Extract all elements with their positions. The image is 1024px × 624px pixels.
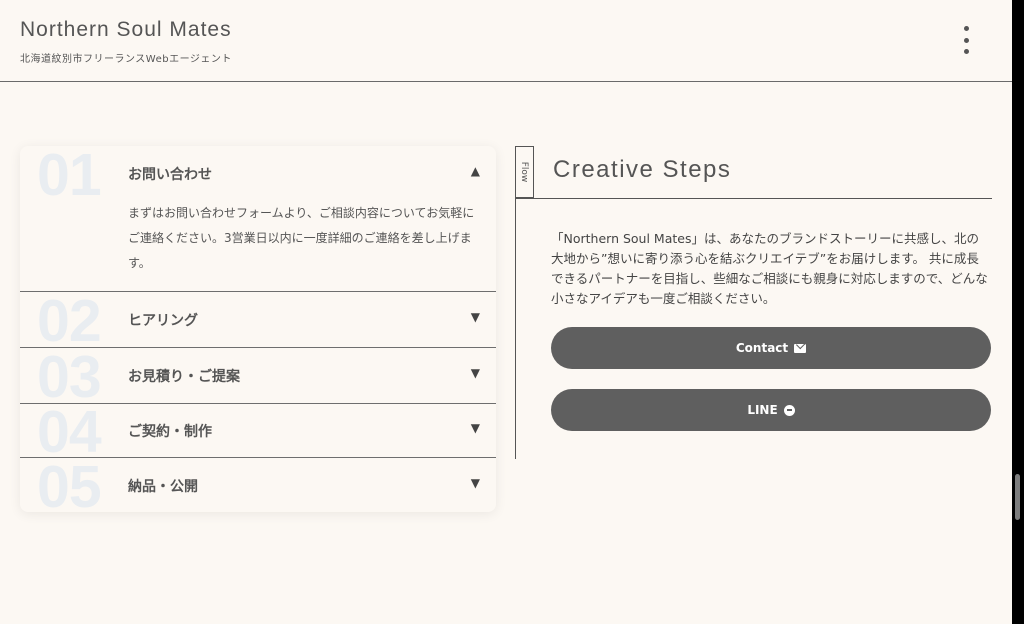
line-button[interactable]: LINE bbox=[551, 389, 991, 431]
chevron-down-icon[interactable]: ▼ bbox=[471, 421, 480, 435]
line-button-label: LINE bbox=[747, 403, 778, 417]
accordion-title[interactable]: お問い合わせ bbox=[128, 164, 212, 184]
site-title[interactable]: Northern Soul Mates bbox=[20, 18, 232, 42]
accordion-title[interactable]: お見積り・ご提案 bbox=[128, 366, 240, 386]
accordion-body: まずはお問い合わせフォームより、ご相談内容についてお気軽にご連絡ください。3営業… bbox=[128, 206, 475, 270]
step-number: 02 bbox=[37, 288, 102, 354]
section-description: 「Northern Soul Mates」は、あなたのブランドストーリーに共感し… bbox=[551, 231, 988, 306]
creative-steps-section: Flow Creative Steps 「Northern Soul Mates… bbox=[515, 146, 992, 459]
step-number: 05 bbox=[37, 454, 102, 513]
accordion-item-4[interactable]: 04 ご契約・制作 ▼ bbox=[20, 403, 496, 462]
accordion-item-2[interactable]: 02 ヒアリング ▼ bbox=[20, 288, 496, 354]
line-chat-icon bbox=[783, 404, 795, 416]
accordion-item-3[interactable]: 03 お見積り・ご提案 ▼ bbox=[20, 348, 496, 407]
contact-button-label: Contact bbox=[735, 341, 789, 355]
title-divider bbox=[515, 198, 992, 199]
chevron-up-icon[interactable]: ▲ bbox=[471, 164, 480, 178]
scrollbar-thumb[interactable] bbox=[1015, 474, 1020, 520]
accordion-title[interactable]: ヒアリング bbox=[128, 310, 198, 330]
flow-tab-label: Flow bbox=[519, 161, 529, 183]
chevron-down-icon[interactable]: ▼ bbox=[471, 310, 480, 324]
scrollbar[interactable] bbox=[1012, 0, 1024, 624]
accordion-title[interactable]: 納品・公開 bbox=[128, 476, 198, 496]
chevron-down-icon[interactable]: ▼ bbox=[471, 476, 480, 490]
more-vert-icon[interactable] bbox=[956, 26, 976, 54]
step-number: 01 bbox=[37, 146, 102, 208]
contact-button[interactable]: Contact bbox=[551, 327, 991, 369]
envelope-icon bbox=[794, 343, 807, 353]
accordion-item-1[interactable]: 01 お問い合わせ ▲ まずはお問い合わせフォームより、ご相談内容についてお気軽… bbox=[20, 146, 496, 292]
chevron-down-icon[interactable]: ▼ bbox=[471, 366, 480, 380]
site-subtitle: 北海道紋別市フリーランスWebエージェント bbox=[20, 54, 232, 65]
site-header: Northern Soul Mates 北海道紋別市フリーランスWebエージェン… bbox=[0, 0, 1012, 82]
flow-tab: Flow bbox=[515, 146, 534, 198]
flow-accordion: 01 お問い合わせ ▲ まずはお問い合わせフォームより、ご相談内容についてお気軽… bbox=[20, 146, 496, 512]
section-title: Creative Steps bbox=[553, 156, 732, 183]
accordion-title[interactable]: ご契約・制作 bbox=[128, 421, 212, 441]
accordion-item-5[interactable]: 05 納品・公開 ▼ bbox=[20, 454, 496, 513]
